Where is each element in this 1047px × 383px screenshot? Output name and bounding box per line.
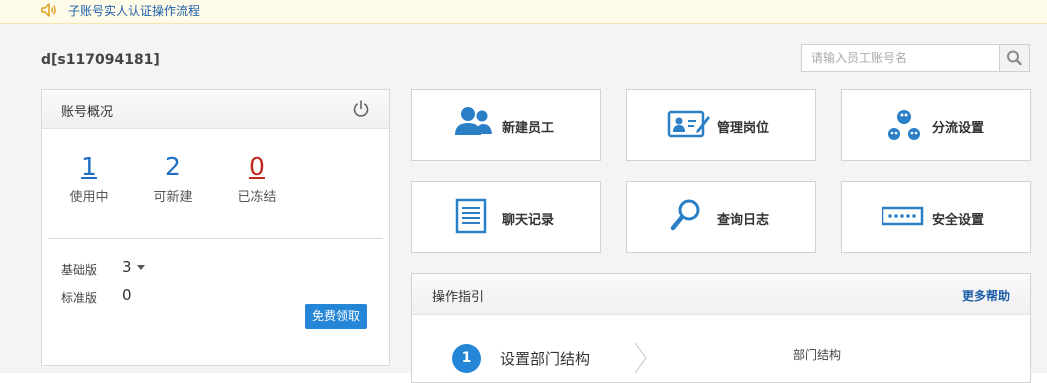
tile-label: 查询日志: [717, 213, 770, 228]
speaker-icon: [41, 3, 56, 17]
stat-frozen-value[interactable]: 0: [227, 152, 287, 182]
account-name: d[s117094181]: [41, 52, 160, 68]
overview-title: 账号概况: [61, 105, 114, 120]
tier-basic-value: 3: [122, 258, 132, 276]
chat-log-icon: [455, 198, 487, 234]
stat-frozen[interactable]: 0 已冻结: [227, 152, 287, 205]
power-icon[interactable]: [351, 99, 371, 119]
tier-standard-value: 0: [122, 286, 132, 304]
stat-in-use[interactable]: 1 使用中: [59, 152, 119, 205]
stat-in-use-value[interactable]: 1: [59, 152, 119, 182]
tier-standard: 标准版 0: [61, 286, 132, 306]
stat-can-create-value: 2: [165, 152, 181, 181]
employee-search: [801, 44, 1030, 72]
stat-can-create-label: 可新建: [153, 190, 193, 205]
search-icon: [1007, 50, 1022, 66]
department-structure-label: 部门结构: [793, 348, 842, 362]
query-log-icon: [670, 199, 700, 231]
tile-label: 管理岗位: [717, 121, 770, 136]
operation-guide-panel: 操作指引 更多帮助 1 设置部门结构 部门结构: [411, 273, 1031, 383]
tile-label: 分流设置: [932, 121, 985, 136]
tile-query-log[interactable]: 查询日志: [626, 181, 816, 253]
stat-can-create: 2 可新建: [143, 152, 203, 205]
tier-basic: 基础版 3: [61, 258, 145, 278]
more-help-link[interactable]: 更多帮助: [962, 287, 1010, 304]
tier-standard-label: 标准版: [61, 291, 98, 305]
distribution-icon: [888, 110, 920, 140]
tile-add-employee[interactable]: 新建员工: [411, 89, 601, 161]
search-input[interactable]: [802, 45, 1000, 71]
tier-basic-value-wrap[interactable]: 3: [122, 258, 145, 276]
chevron-down-icon[interactable]: [136, 265, 145, 270]
password-icon: [882, 206, 924, 226]
account-overview-panel: 账号概况 1 使用中 2 可新建 0 已冻结 基础版 3 标准版 0 免费领取: [41, 89, 390, 366]
chevron-right-icon: [634, 342, 647, 374]
tile-security[interactable]: 安全设置: [841, 181, 1031, 253]
stat-in-use-label: 使用中: [69, 190, 109, 205]
manage-position-icon: [667, 110, 710, 138]
search-button[interactable]: [999, 45, 1029, 71]
tile-chat-log[interactable]: 聊天记录: [411, 181, 601, 253]
step-label[interactable]: 设置部门结构: [500, 348, 590, 369]
step-number-badge: 1: [452, 344, 481, 373]
tile-distribution[interactable]: 分流设置: [841, 89, 1031, 161]
add-employee-icon: [455, 107, 492, 135]
notice-link[interactable]: 子账号实人认证操作流程: [68, 3, 200, 19]
tile-label: 新建员工: [502, 121, 555, 136]
tile-label: 安全设置: [932, 213, 985, 228]
overview-divider: [48, 238, 383, 239]
free-claim-button[interactable]: 免费领取: [305, 304, 367, 329]
guide-header: 操作指引 更多帮助: [412, 274, 1030, 315]
tile-manage-position[interactable]: 管理岗位: [626, 89, 816, 161]
overview-header: 账号概况: [42, 90, 389, 129]
notice-bar: 子账号实人认证操作流程: [0, 0, 1047, 24]
tier-basic-label: 基础版: [61, 263, 98, 277]
guide-title: 操作指引: [432, 290, 485, 305]
stat-frozen-label: 已冻结: [237, 190, 277, 205]
tile-label: 聊天记录: [502, 213, 555, 228]
